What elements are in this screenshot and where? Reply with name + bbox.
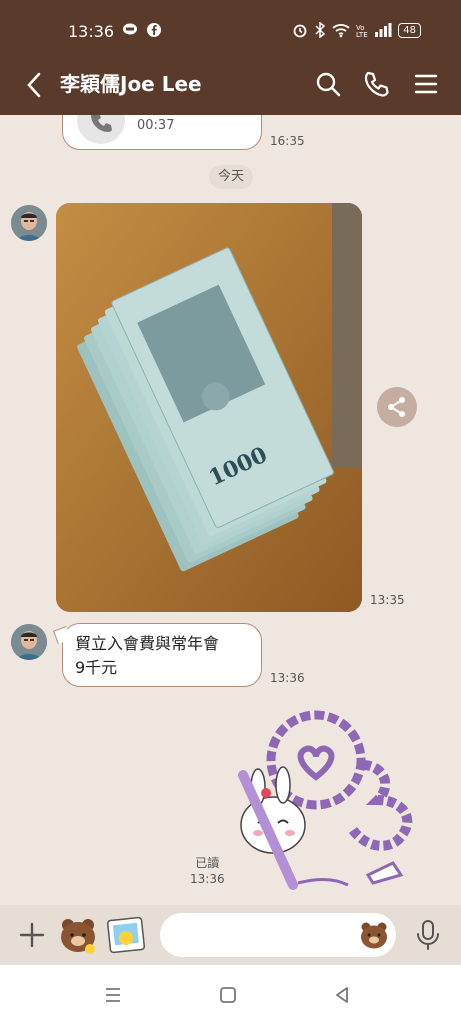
voice-call-bubble[interactable]: 00:37 (62, 115, 262, 150)
back-arrow-icon[interactable] (20, 70, 50, 100)
message-line-1: 貿立入會費與常年會 (75, 634, 220, 653)
brown-bear-sticker-icon[interactable] (56, 913, 100, 957)
home-icon[interactable] (216, 983, 240, 1007)
text-timestamp: 13:36 (270, 671, 305, 685)
search-icon[interactable] (312, 68, 344, 100)
avatar[interactable] (11, 624, 47, 660)
menu-icon[interactable] (410, 68, 442, 100)
status-bar: 13:36 Vo LTE 48 (0, 0, 461, 58)
read-label: 已讀 (195, 856, 220, 870)
call-duration: 00:37 (137, 118, 175, 133)
nav-back-icon[interactable] (330, 983, 354, 1007)
share-button[interactable] (377, 387, 417, 427)
bluetooth-icon (315, 22, 326, 38)
read-receipt: 已讀 13:36 (190, 855, 225, 887)
message-input-bar (0, 905, 461, 965)
chat-title: 李穎儒Joe Lee (60, 72, 202, 96)
day-separator: 今天 (209, 165, 253, 189)
facebook-icon (147, 23, 161, 37)
text-message-bubble[interactable]: 貿立入會費與常年會 9千元 (53, 623, 262, 687)
signal-icon (375, 23, 392, 37)
photo-gallery-icon[interactable] (106, 915, 148, 955)
phone-icon (91, 115, 112, 132)
line-app-icon (123, 23, 137, 35)
emoji-bear-icon[interactable] (358, 919, 390, 951)
message-line-2: 9千元 (75, 658, 118, 677)
chat-area[interactable]: 00:37 16:35 今天 1000 13:35 貿立入會費與常年會 9千元 … (0, 115, 461, 905)
system-nav-bar (0, 965, 461, 1024)
microphone-icon[interactable] (414, 919, 442, 951)
volte-icon: VoLTE (356, 24, 368, 38)
bubble-tail (53, 626, 71, 644)
call-icon-circle (77, 115, 125, 144)
chat-header: 李穎儒Joe Lee (0, 58, 461, 115)
svg-text:LTE: LTE (356, 31, 368, 38)
status-time: 13:36 (68, 22, 115, 41)
wifi-icon (332, 24, 350, 38)
bunny-sticker[interactable] (228, 705, 448, 895)
plus-icon[interactable] (18, 921, 46, 949)
phone-call-icon[interactable] (360, 68, 392, 100)
alarm-icon (293, 24, 307, 38)
avatar[interactable] (11, 205, 47, 241)
read-time: 13:36 (190, 872, 225, 886)
recent-apps-icon[interactable] (101, 983, 125, 1007)
battery-icon: 48 (398, 22, 421, 38)
call-timestamp: 16:35 (270, 134, 305, 148)
money-photo[interactable]: 1000 (56, 203, 362, 612)
photo-timestamp: 13:35 (370, 593, 405, 607)
share-icon (388, 397, 405, 417)
